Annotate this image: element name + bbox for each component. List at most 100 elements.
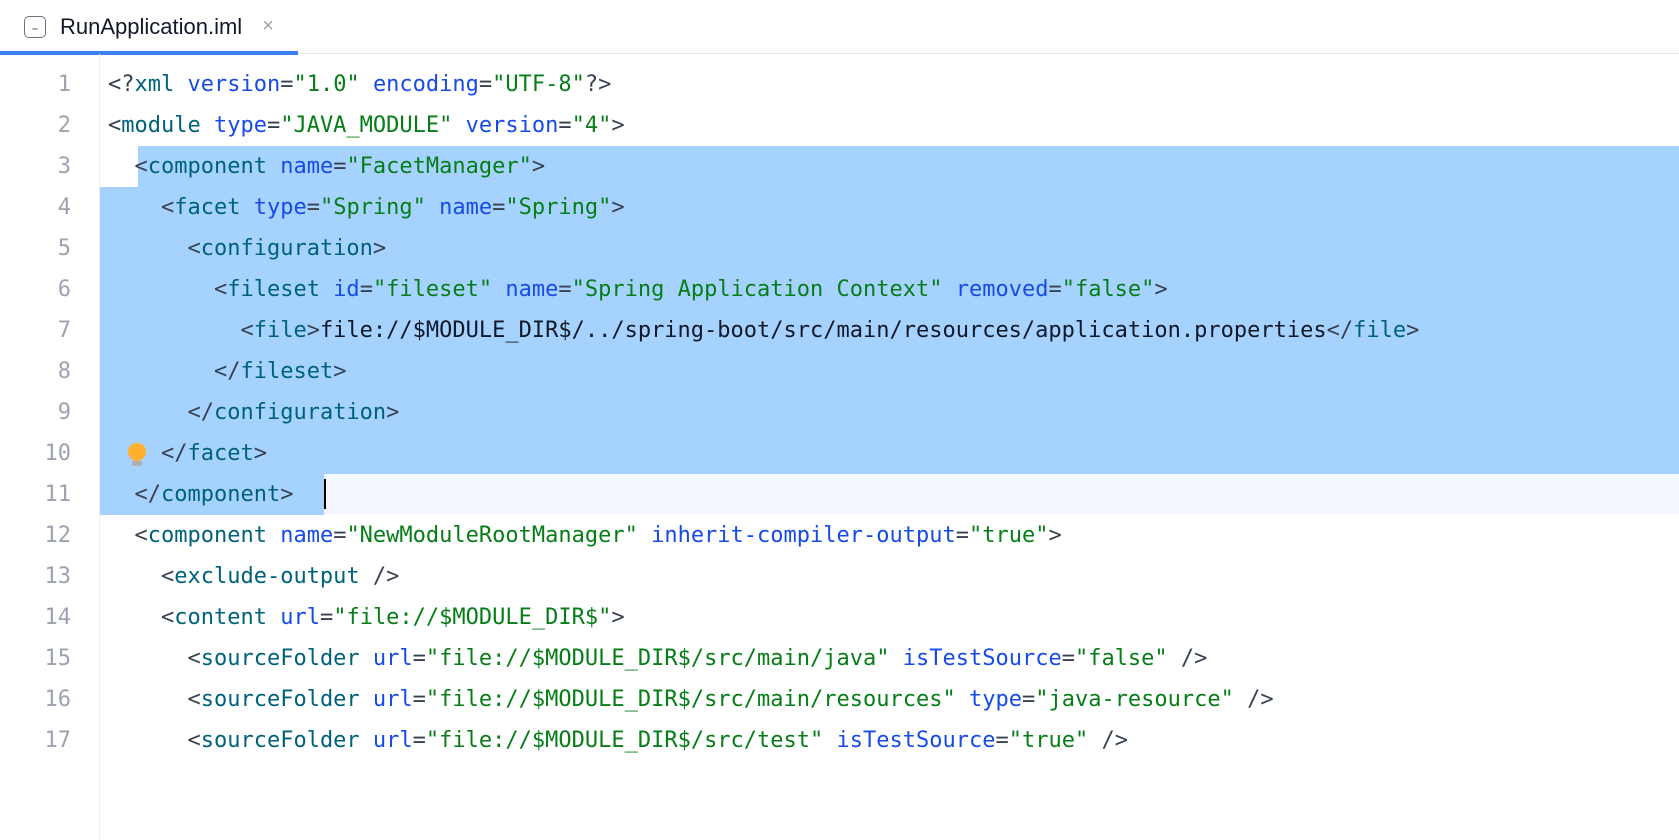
line-number: 13 [0,556,71,597]
code-line[interactable]: <fileset id="fileset" name="Spring Appli… [100,269,1679,310]
line-number: 5 [0,228,71,269]
token: version [187,72,280,97]
code-line[interactable]: <sourceFolder url="file://$MODULE_DIR$/s… [100,679,1679,720]
token: </ [1327,318,1354,343]
token: < [187,728,200,753]
line-number: 1 [0,64,71,105]
token: < [135,523,148,548]
line-number: 8 [0,351,71,392]
token: > [386,400,399,425]
token: /> [373,564,400,589]
line-number: 2 [0,105,71,146]
token: < [240,318,253,343]
text-cursor [324,479,326,509]
token: component [161,482,280,507]
code-line[interactable]: <facet type="Spring" name="Spring"> [100,187,1679,228]
token: sourceFolder [201,646,373,671]
token: < [187,236,200,261]
token: id [333,277,360,302]
token: "file://$MODULE_DIR$" [333,605,611,630]
token: /> [1181,646,1208,671]
token: url [280,605,320,630]
token: </ [135,482,162,507]
token: type [254,195,307,220]
line-number: 12 [0,515,71,556]
code-area[interactable]: <?xml version="1.0" encoding="UTF-8"?> < m… [100,54,1679,840]
token: sourceFolder [201,728,373,753]
token: = [267,113,280,138]
token: content [174,605,280,630]
line-number: 17 [0,720,71,761]
token: > [611,605,624,630]
line-number: 14 [0,597,71,638]
token: file [254,318,307,343]
token: = [956,523,969,548]
token: = [1022,687,1035,712]
token: "false" [1075,646,1181,671]
file-tab[interactable]: – RunApplication.iml × [18,0,292,54]
code-line[interactable]: </component> [100,474,1679,515]
token: > [333,359,346,384]
line-number: 3 [0,146,71,187]
token: < [214,277,227,302]
line-number: 7 [0,310,71,351]
token: inherit-compiler-output [651,523,956,548]
code-line[interactable]: </configuration> [100,392,1679,433]
token: <? [108,72,135,97]
token: "file://$MODULE_DIR$/src/main/resources" [426,687,969,712]
token: > [307,318,320,343]
code-editor[interactable]: 1234567891011121314151617 <?xml version=… [0,54,1679,840]
token: "1.0" [293,72,372,97]
token: module [121,113,214,138]
close-icon[interactable]: × [262,15,274,38]
token: = [333,523,346,548]
token: > [1154,277,1167,302]
token: version [466,113,559,138]
code-line[interactable]: <configuration> [100,228,1679,269]
token: < [161,195,174,220]
token: > [1048,523,1061,548]
code-line[interactable]: <component name="FacetManager"> [100,146,1679,187]
token: "Spring" [505,195,611,220]
code-line[interactable]: <component name="NewModuleRootManager" i… [100,515,1679,556]
editor-tabbar: – RunApplication.iml × [0,0,1679,54]
token: = [320,605,333,630]
code-line[interactable]: <exclude-output /> [100,556,1679,597]
token: < [135,154,148,179]
token: = [333,154,346,179]
token: "java-resource" [1035,687,1247,712]
token: = [307,195,320,220]
token: facet [187,441,253,466]
token: > [1406,318,1419,343]
token: > [254,441,267,466]
code-line[interactable]: <content url="file://$MODULE_DIR$"> [100,597,1679,638]
code-line[interactable]: <sourceFolder url="file://$MODULE_DIR$/s… [100,638,1679,679]
token: name [439,195,492,220]
token: = [492,195,505,220]
file-icon: – [24,16,46,38]
token: file [1353,318,1406,343]
token: "JAVA_MODULE" [280,113,465,138]
code-line[interactable]: </facet> [100,433,1679,474]
token: </ [214,359,241,384]
code-line[interactable]: <?xml version="1.0" encoding="UTF-8"?> [100,64,1679,105]
token: fileset [240,359,333,384]
token: < [187,646,200,671]
token: file://$MODULE_DIR$/../spring-boot/src/m… [320,318,1327,343]
code-line[interactable]: <module type="JAVA_MODULE" version="4"> [100,105,1679,146]
token: ?> [585,72,612,97]
code-line[interactable]: </fileset> [100,351,1679,392]
token: name [280,154,333,179]
token: = [1048,277,1061,302]
line-number: 10 [0,433,71,474]
token: url [373,646,413,671]
token: /> [1247,687,1274,712]
token: component [148,523,280,548]
token: "UTF-8" [492,72,585,97]
token: xml [135,72,188,97]
token: "4" [572,113,612,138]
code-line[interactable]: <sourceFolder url="file://$MODULE_DIR$/s… [100,720,1679,761]
code-line[interactable]: <file>file://$MODULE_DIR$/../spring-boot… [100,310,1679,351]
line-number: 6 [0,269,71,310]
token: facet [174,195,253,220]
